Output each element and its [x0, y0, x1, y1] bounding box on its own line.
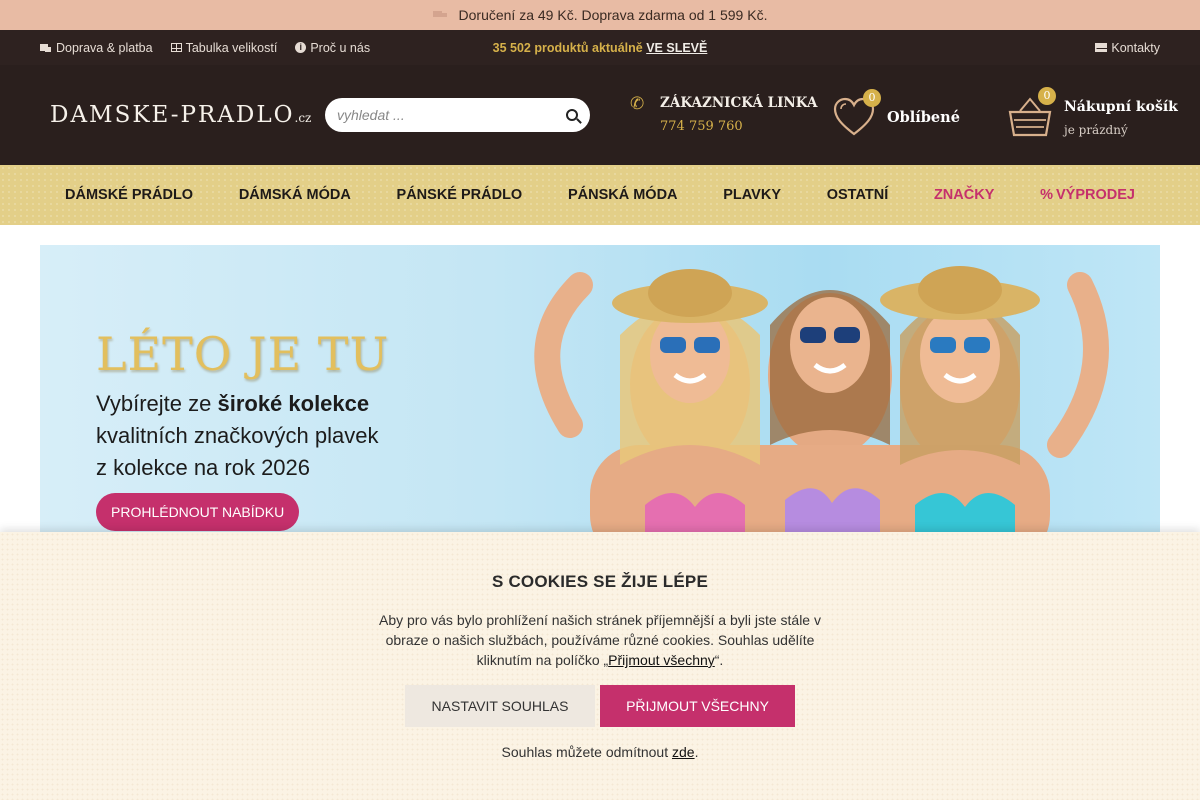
favorites-label: Oblíbené	[887, 108, 960, 126]
cookie-settings-button[interactable]: NASTAVIT SOUHLAS	[405, 685, 595, 727]
nav-swimwear[interactable]: PLAVKY	[723, 187, 781, 203]
table-icon	[170, 43, 182, 52]
nav-sale[interactable]: % VÝPRODEJ	[1040, 187, 1135, 203]
phone-icon: ✆	[630, 94, 645, 113]
cookie-text-end: “.	[714, 652, 724, 668]
cookie-footer: Souhlas můžete odmítnout zde.	[0, 744, 1200, 760]
nav-brands[interactable]: ZNAČKY	[934, 187, 994, 203]
contacts-label: Kontakty	[1111, 40, 1160, 55]
hero-text-line3: z kolekce na rok 2026	[96, 455, 311, 480]
site-logo[interactable]: DAMSKE-PRADLO.cz	[50, 102, 325, 128]
hero-text-line1: Vybírejte ze	[96, 391, 218, 416]
nav-mens-fashion[interactable]: PÁNSKÁ MÓDA	[568, 187, 678, 203]
browse-offer-button[interactable]: PROHLÉDNOUT NABÍDKU	[96, 493, 300, 531]
cookie-accept-all-button[interactable]: PŘIJMOUT VŠECHNY	[600, 685, 795, 727]
nav-womens-lingerie[interactable]: DÁMSKÉ PRÁDLO	[65, 187, 193, 203]
cookie-consent-panel: S COOKIES SE ŽIJE LÉPE Aby pro vás bylo …	[0, 532, 1200, 800]
nav-mens-underwear[interactable]: PÁNSKÉ PRÁDLO	[397, 187, 523, 203]
size-chart-label: Tabulka velikostí	[185, 40, 278, 55]
info-icon: i	[295, 42, 307, 53]
promo-text: Doručení za 49 Kč. Doprava zdarma od 1 5…	[458, 7, 768, 23]
cookie-text-body: Aby pro vás bylo prohlížení našich strán…	[379, 612, 821, 668]
shipping-payment-link[interactable]: Doprava & platba	[40, 41, 153, 55]
cookie-text: Aby pro vás bylo prohlížení našich strán…	[375, 610, 825, 670]
percent-icon: %	[1040, 187, 1054, 203]
size-chart-link[interactable]: Tabulka velikostí	[170, 40, 278, 55]
truck-icon	[40, 44, 48, 51]
main-navigation: DÁMSKÉ PRÁDLO DÁMSKÁ MÓDA PÁNSKÉ PRÁDLO …	[0, 165, 1200, 225]
cart-link[interactable]: 0 Nákupní košík je prázdný	[1008, 87, 1178, 139]
cookie-buttons: NASTAVIT SOUHLAS PŘIJMOUT VŠECHNY	[0, 685, 1200, 727]
cookie-footer-end: .	[694, 744, 699, 760]
why-us-label: Proč u nás	[310, 40, 371, 55]
contacts-link[interactable]: Kontakty	[1095, 41, 1160, 55]
search-icon[interactable]	[566, 109, 578, 121]
promo-bar: Doručení za 49 Kč. Doprava zdarma od 1 5…	[0, 0, 1200, 30]
truck-icon	[432, 10, 447, 20]
nav-other[interactable]: OSTATNÍ	[827, 187, 888, 203]
favorites-count-badge: 0	[863, 89, 881, 107]
hero-photo	[534, 266, 1109, 545]
hero-text: Vybírejte ze široké kolekce kvalitních z…	[96, 388, 436, 484]
cookie-accept-inline-link[interactable]: Přijmout všechny	[608, 652, 715, 668]
sale-link[interactable]: VE SLEVĚ	[646, 41, 707, 55]
cookie-reject-link[interactable]: zde	[672, 744, 695, 760]
cart-status: je prázdný	[1064, 123, 1128, 137]
logo-text: DAMSKE-PRADLO	[50, 102, 295, 128]
top-utility-bar: Doprava & platba Tabulka velikostí i Pro…	[0, 30, 1200, 65]
hero-title: LÉTO JE TU	[96, 327, 390, 381]
cart-count-badge: 0	[1038, 87, 1056, 105]
site-header: DAMSKE-PRADLO.cz ✆ ZÁKAZNICKÁ LINKA 774 …	[0, 65, 1200, 165]
search-input[interactable]	[337, 107, 566, 123]
cookie-title: S COOKIES SE ŽIJE LÉPE	[491, 572, 708, 591]
mail-icon	[1095, 43, 1108, 52]
hero-text-bold: široké kolekce	[217, 391, 370, 416]
why-us-link[interactable]: i Proč u nás	[295, 41, 370, 55]
customer-hotline[interactable]: ✆ ZÁKAZNICKÁ LINKA 774 759 760	[630, 94, 818, 135]
favorites-link[interactable]: 0 Oblíbené	[833, 89, 960, 137]
shipping-payment-label: Doprava & platba	[56, 40, 153, 55]
search-box	[325, 98, 590, 132]
logo-tld: .cz	[294, 111, 312, 125]
hero-text-line2: kvalitních značkových plavek	[96, 423, 379, 448]
hotline-number: 774 759 760	[660, 119, 743, 134]
nav-sale-label: VÝPRODEJ	[1056, 187, 1135, 203]
hero-banner[interactable]: LÉTO JE TU Vybírejte ze široké kolekce k…	[40, 245, 1160, 545]
nav-womens-fashion[interactable]: DÁMSKÁ MÓDA	[239, 187, 351, 203]
hotline-label: ZÁKAZNICKÁ LINKA	[660, 95, 818, 111]
cookie-footer-text: Souhlas můžete odmítnout	[501, 744, 672, 760]
cart-label: Nákupní košík	[1064, 99, 1178, 115]
sale-counter-text: 35 502 produktů aktuálně	[492, 40, 643, 55]
